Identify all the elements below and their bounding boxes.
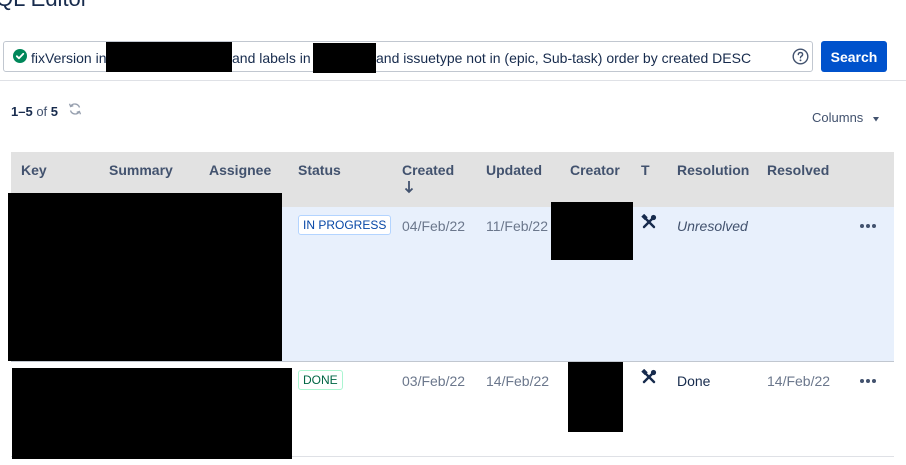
column-header-creator[interactable]: Creator bbox=[570, 162, 620, 178]
check-circle-icon bbox=[13, 49, 27, 63]
resolution-value: Unresolved bbox=[677, 218, 748, 234]
column-header-key[interactable]: Key bbox=[21, 162, 47, 178]
status-badge: DONE bbox=[298, 370, 343, 390]
more-icon[interactable] bbox=[859, 223, 877, 229]
arrow-down-icon bbox=[404, 181, 414, 194]
redacted-cell bbox=[12, 368, 292, 459]
caret-down-icon[interactable] bbox=[873, 116, 879, 122]
question-circle-icon[interactable] bbox=[792, 48, 809, 65]
results-total: 5 bbox=[50, 104, 59, 119]
column-header-resolution[interactable]: Resolution bbox=[677, 162, 749, 178]
tools-icon bbox=[641, 369, 657, 384]
tools-icon bbox=[641, 214, 657, 229]
results-of-label: of bbox=[36, 104, 48, 119]
redacted-cell bbox=[8, 193, 282, 361]
results-count: 1–5 of 5 bbox=[11, 104, 58, 119]
query-text-issuetype: and issuetype not in (epic, Sub-task) or… bbox=[376, 50, 752, 66]
jql-query-input[interactable]: fixVersion in and labels in and issuetyp… bbox=[3, 41, 813, 73]
column-header-assignee[interactable]: Assignee bbox=[209, 162, 271, 178]
more-icon[interactable] bbox=[859, 378, 877, 384]
results-range: 1–5 bbox=[11, 104, 33, 119]
divider bbox=[0, 80, 906, 81]
resolved-date: 14/Feb/22 bbox=[767, 373, 831, 389]
updated-date: 11/Feb/22 bbox=[486, 218, 549, 234]
column-header-resolved[interactable]: Resolved bbox=[767, 162, 829, 178]
columns-button[interactable]: Columns bbox=[812, 110, 863, 125]
column-header-status[interactable]: Status bbox=[298, 162, 341, 178]
created-date: 03/Feb/22 bbox=[402, 373, 466, 389]
refresh-icon[interactable] bbox=[68, 102, 82, 116]
status-badge: IN PROGRESS bbox=[298, 215, 392, 235]
query-text-labels: and labels in bbox=[232, 50, 311, 66]
column-header-created[interactable]: Created bbox=[402, 162, 454, 178]
redacted-cell bbox=[551, 202, 633, 260]
redacted-value bbox=[313, 43, 376, 73]
redacted-cell bbox=[568, 362, 623, 432]
redacted-value bbox=[106, 42, 232, 72]
updated-date: 14/Feb/22 bbox=[486, 373, 550, 389]
page-title: QL Editor bbox=[0, 0, 88, 12]
search-button[interactable]: Search bbox=[821, 41, 887, 72]
resolution-value: Done bbox=[677, 373, 711, 389]
column-header-updated[interactable]: Updated bbox=[486, 162, 542, 178]
created-date: 04/Feb/22 bbox=[402, 218, 466, 234]
column-header-type[interactable]: T bbox=[641, 162, 650, 178]
query-text-fixversion: fixVersion in bbox=[31, 50, 107, 66]
column-header-summary[interactable]: Summary bbox=[109, 162, 173, 178]
